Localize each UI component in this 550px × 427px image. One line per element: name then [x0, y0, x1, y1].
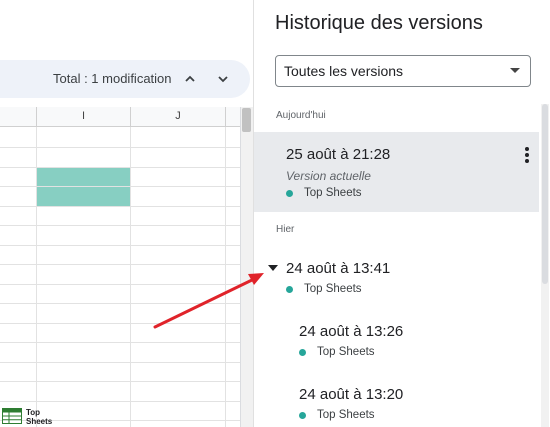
- version-author-name: Top Sheets: [317, 346, 375, 358]
- grid-line: [0, 225, 240, 226]
- cell-grid[interactable]: I J: [0, 107, 253, 427]
- highlighted-cell[interactable]: [37, 187, 131, 206]
- version-author-name: Top Sheets: [304, 283, 362, 295]
- version-item[interactable]: 24 août à 13:20 Top Sheets: [254, 378, 539, 427]
- change-count-label: Total : 1 modification: [53, 71, 172, 86]
- grid-line: [0, 303, 240, 304]
- version-date: 24 août à 13:26: [299, 323, 404, 340]
- toolbar-area: [0, 0, 253, 48]
- version-history-panel: Historique des versions Toutes les versi…: [253, 0, 550, 427]
- grid-line: [225, 127, 226, 427]
- spreadsheet-logo-icon: [2, 408, 22, 424]
- kebab-dot: [525, 159, 529, 163]
- panel-scroll-thumb[interactable]: [542, 104, 548, 284]
- sheet-scroll-thumb[interactable]: [242, 108, 251, 132]
- version-item[interactable]: 24 août à 13:41 Top Sheets: [254, 252, 539, 304]
- more-options-button[interactable]: [524, 147, 530, 165]
- version-item-current[interactable]: 25 août à 21:28 Version actuelle Top She…: [254, 132, 539, 212]
- version-author-name: Top Sheets: [304, 187, 362, 199]
- grid-line: [0, 147, 240, 148]
- grid-line: [0, 362, 240, 363]
- chevron-up-icon: [185, 75, 195, 82]
- author-color-dot: [299, 411, 306, 419]
- version-author: Top Sheets: [286, 187, 362, 199]
- author-color-dot: [286, 285, 293, 293]
- grid-line: [0, 206, 240, 207]
- grid-line: [0, 401, 240, 402]
- caret-down-icon: [510, 68, 520, 73]
- change-navigation-bar: Total : 1 modification: [0, 60, 250, 98]
- version-filter-select[interactable]: Toutes les versions: [275, 55, 531, 87]
- grid-line: [0, 167, 240, 168]
- version-filter-value: Toutes les versions: [284, 63, 404, 79]
- grid-line: [0, 342, 240, 343]
- section-label-yesterday: Hier: [276, 224, 295, 235]
- kebab-dot: [525, 153, 529, 157]
- grid-line: [36, 127, 37, 427]
- spreadsheet-area: Total : 1 modification I J Top Sheets: [0, 0, 253, 427]
- brand-logo: Top Sheets: [2, 408, 52, 426]
- version-author: Top Sheets: [299, 346, 375, 358]
- column-header-j[interactable]: J: [131, 107, 226, 127]
- version-date: 24 août à 13:41: [286, 260, 391, 277]
- grid-line: [0, 186, 240, 187]
- column-header-k[interactable]: [226, 107, 241, 127]
- author-color-dot: [299, 348, 306, 356]
- version-item[interactable]: 24 août à 13:26 Top Sheets: [254, 315, 539, 365]
- chevron-down-icon: [218, 76, 228, 83]
- grid-line: [0, 245, 240, 246]
- version-date: 24 août à 13:20: [299, 386, 404, 403]
- author-color-dot: [286, 189, 293, 197]
- brand-name: Top Sheets: [26, 408, 52, 426]
- grid-line: [130, 127, 131, 427]
- kebab-dot: [525, 147, 529, 151]
- grid-line: [0, 323, 240, 324]
- version-author-name: Top Sheets: [317, 409, 375, 421]
- highlighted-cell[interactable]: [37, 167, 131, 186]
- version-subtitle: Version actuelle: [286, 169, 371, 183]
- next-change-button[interactable]: [211, 66, 235, 92]
- sheet-scrollbar[interactable]: [240, 107, 253, 427]
- previous-change-button[interactable]: [178, 66, 202, 92]
- grid-line: [0, 284, 240, 285]
- version-author: Top Sheets: [286, 283, 362, 295]
- version-author: Top Sheets: [299, 409, 375, 421]
- panel-title: Historique des versions: [275, 12, 483, 34]
- brand-name-line: Top: [26, 408, 41, 417]
- column-header-i[interactable]: I: [37, 107, 131, 127]
- column-header-h[interactable]: [0, 107, 37, 127]
- section-label-today: Aujourd'hui: [276, 110, 326, 121]
- version-date: 25 août à 21:28: [286, 146, 391, 163]
- grid-line: [0, 264, 240, 265]
- grid-line: [0, 381, 240, 382]
- brand-name-line: Sheets: [26, 417, 53, 426]
